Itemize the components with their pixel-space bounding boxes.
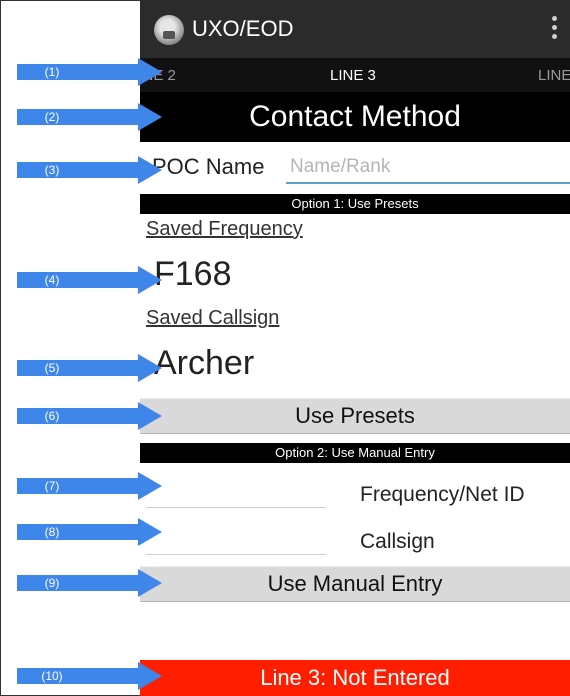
page-title: Contact Method: [140, 92, 570, 142]
tab-strip: LINE 2 LINE 3 LINE: [140, 58, 570, 92]
callsign-label: Callsign: [360, 530, 435, 553]
app-title: UXO/EOD: [192, 16, 294, 41]
action-bar: UXO/EOD: [140, 0, 570, 58]
use-presets-button[interactable]: Use Presets: [140, 398, 570, 434]
callout-arrow-7: (7): [17, 472, 169, 500]
callout-arrow-3: (3): [17, 156, 169, 184]
callout-arrow-9: (9): [17, 569, 169, 597]
callout-number: (2): [44, 110, 60, 124]
poc-name-input[interactable]: [286, 152, 570, 184]
saved-callsign-label: Saved Callsign: [146, 307, 280, 329]
use-manual-entry-button[interactable]: Use Manual Entry: [140, 566, 570, 602]
overflow-menu-icon[interactable]: [552, 16, 558, 42]
saved-frequency-label: Saved Frequency: [146, 218, 303, 240]
tab-line-3[interactable]: LINE 3: [330, 67, 376, 84]
callout-arrow-1: (1): [17, 58, 169, 86]
poc-row: POC Name: [140, 142, 570, 194]
callout-arrow-4: (4): [17, 266, 169, 294]
callout-arrow-2: (2): [17, 103, 169, 131]
option2-banner: Option 2: Use Manual Entry: [140, 443, 570, 463]
callout-arrow-5: (5): [17, 354, 169, 382]
callout-arrow-8: (8): [17, 518, 169, 546]
status-bar: Line 3: Not Entered: [140, 660, 570, 696]
callout-number: (7): [44, 479, 60, 493]
callout-number: (9): [44, 576, 60, 590]
callout-number: (6): [44, 409, 60, 423]
callout-number: (10): [41, 669, 63, 683]
saved-callsign-value: Archer: [154, 344, 255, 382]
callout-number: (5): [44, 361, 60, 375]
uxo-logo-icon: [154, 15, 184, 45]
tab-line-4[interactable]: LINE: [538, 67, 570, 84]
callsign-input[interactable]: [146, 526, 326, 555]
callout-arrow-6: (6): [17, 402, 169, 430]
callout-arrow-10: (10): [17, 662, 169, 690]
phone-screen: UXO/EOD LINE 2 LINE 3 LINE Contact Metho…: [140, 0, 570, 696]
frequency-net-id-label: Frequency/Net ID: [360, 483, 525, 506]
callout-number: (8): [44, 525, 60, 539]
option1-banner: Option 1: Use Presets: [140, 194, 570, 214]
callout-number: (4): [44, 273, 60, 287]
callout-number: (1): [44, 65, 60, 79]
callout-number: (3): [44, 163, 60, 177]
frequency-net-id-input[interactable]: [146, 479, 326, 508]
